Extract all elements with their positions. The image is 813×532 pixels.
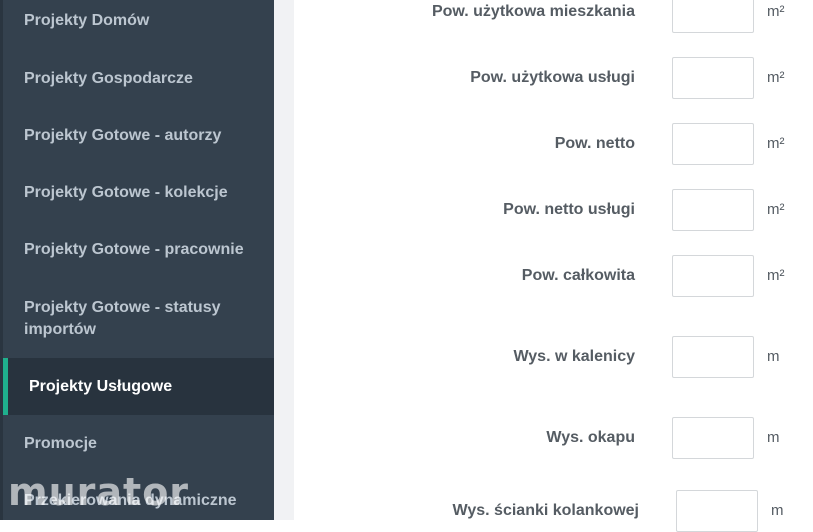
sidebar-item-projekty-domow[interactable]: Projekty Domów [3, 10, 274, 32]
form-row-wys-okapu: Wys. okapu m [294, 417, 813, 459]
unit-label: m [767, 429, 780, 446]
field-label: Wys. ścianki kolankowej [452, 502, 639, 519]
field-label: Pow. netto usługi [503, 201, 635, 218]
unit-label: m² [767, 69, 785, 86]
unit-label: m² [767, 267, 785, 284]
content-divider [274, 0, 294, 520]
pow-netto-uslugi-input[interactable] [672, 189, 754, 231]
form-row-pow-netto: Pow. netto m² [294, 123, 813, 165]
field-label: Pow. użytkowa usługi [470, 69, 635, 86]
field-label: Pow. użytkowa mieszkania [431, 3, 635, 20]
unit-label: m [771, 502, 784, 519]
sidebar-item-projekty-gospodarcze[interactable]: Projekty Gospodarcze [3, 68, 274, 90]
form-row-pow-netto-uslugi: Pow. netto usługi m² [294, 189, 813, 231]
pow-calkowita-input[interactable] [672, 255, 754, 297]
wys-w-kalenicy-input[interactable] [672, 336, 754, 378]
pow-uzytkowa-mieszkania-input[interactable] [672, 0, 754, 33]
unit-label: m² [767, 3, 785, 20]
unit-label: m [767, 348, 780, 365]
form-row-wys-scianki-kolankowej: Wys. ścianki kolankowej m [294, 490, 813, 532]
field-label: Wys. w kalenicy [513, 348, 635, 365]
field-label: Pow. całkowita [521, 267, 635, 284]
unit-label: m² [767, 135, 785, 152]
pow-netto-input[interactable] [672, 123, 754, 165]
wys-okapu-input[interactable] [672, 417, 754, 459]
pow-uzytkowa-uslugi-input[interactable] [672, 57, 754, 99]
form-row-pow-uzytkowa-uslugi: Pow. użytkowa usługi m² [294, 57, 813, 99]
sidebar-item-projekty-gotowe-kolekcje[interactable]: Projekty Gotowe - kolekcje [3, 182, 274, 204]
sidebar-nav: Projekty Domów Projekty Gospodarcze Proj… [0, 0, 274, 520]
sidebar-item-projekty-gotowe-pracownie[interactable]: Projekty Gotowe - pracownie [3, 239, 274, 261]
sidebar-item-projekty-gotowe-statusy-importow[interactable]: Projekty Gotowe - statusy importów [3, 297, 253, 341]
sidebar-item-promocje[interactable]: Promocje [3, 433, 274, 455]
form-row-pow-calkowita: Pow. całkowita m² [294, 255, 813, 297]
wys-scianki-kolankowej-input[interactable] [676, 490, 758, 532]
form-row-pow-uzytkowa-mieszkania: Pow. użytkowa mieszkania m² [294, 0, 813, 33]
sidebar-item-projekty-gotowe-autorzy[interactable]: Projekty Gotowe - autorzy [3, 125, 274, 147]
field-label: Wys. okapu [546, 429, 635, 446]
form-row-wys-w-kalenicy: Wys. w kalenicy m [294, 336, 813, 378]
sidebar-item-przekierowania-dynamiczne[interactable]: Przekierowania dynamiczne [3, 490, 274, 512]
unit-label: m² [767, 201, 785, 218]
sidebar-item-projekty-uslugowe[interactable]: Projekty Usługowe [3, 358, 274, 415]
field-label: Pow. netto [554, 135, 635, 152]
